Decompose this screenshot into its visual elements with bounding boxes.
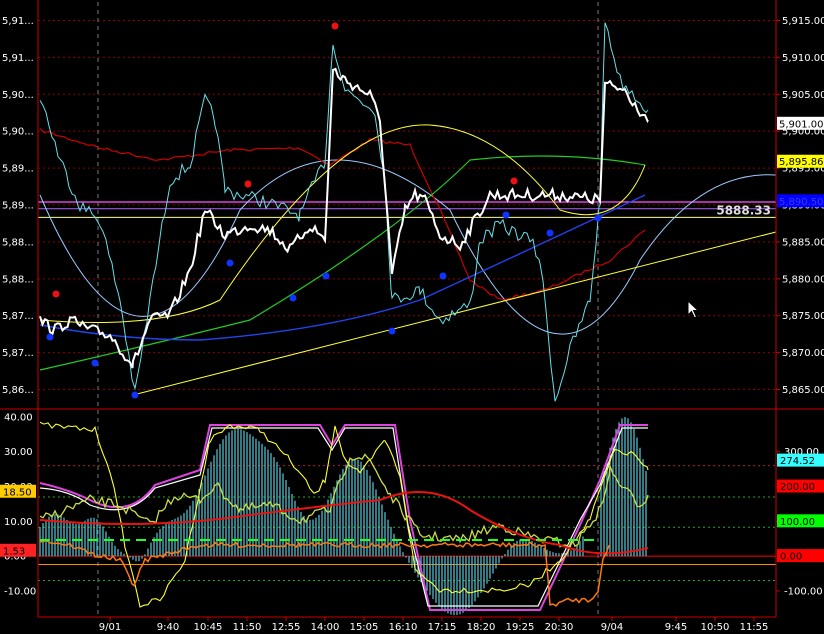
osc-right-badge-text: 0.00 [780,552,802,563]
blue-average-line [39,194,646,341]
white-osc-line [39,427,648,607]
price-left-tick-label: 5,89... [2,164,34,175]
price-left-tick-label: 5,90... [2,90,34,101]
price-left-tick-label: 5,87... [2,311,34,322]
sky-arc-line [39,159,777,335]
red-osc-line [39,491,649,555]
osc-right-badge-text: 274.52 [780,456,815,467]
price-left-tick-label: 5,90... [2,127,34,138]
signal-dot-blue [546,229,554,237]
osc-right-badge-text: 200.00 [780,482,815,493]
signal-dot-blue [46,333,54,341]
time-tick-label: 9:45 [665,622,687,633]
signal-dot-red [331,22,339,30]
yellow-curve-line [39,124,646,323]
osc-left-tick-label: 30.00 [4,447,33,458]
price-tick-label: 5,915.00 [782,16,824,27]
olive-osc-line [39,453,649,549]
time-tick-label: 18:20 [467,622,496,633]
osc-left-badge-text: 18.50 [3,487,32,498]
signal-dot-red [52,290,60,298]
price-left-tick-label: 5,89... [2,201,34,212]
time-tick-label: 20:30 [545,622,574,633]
signal-dot-blue [388,327,396,335]
price-tick-label: 5,885.00 [782,237,824,248]
red-average-line [39,128,646,302]
time-tick-label: 10:45 [194,622,223,633]
time-tick-label: 12:55 [272,622,301,633]
time-tick-label: 17:15 [428,622,457,633]
cyan-price-line [39,22,649,402]
price-tick-label: 5,865.00 [782,385,824,396]
osc-left-tick-label: -10.00 [4,586,36,597]
signal-dot-blue [91,359,99,367]
signal-dot-red [244,180,252,188]
white-price-line [39,67,649,369]
time-tick-label: 15:05 [350,622,379,633]
price-label-text: 5,890.50 [779,197,824,208]
price-tick-label: 5,870.00 [782,348,824,359]
time-tick-label: 10:50 [701,622,730,633]
price-left-tick-label: 5,91... [2,16,34,27]
time-tick-label: 16:10 [389,622,418,633]
time-axis: 9/01 9:40 10:45 11:50 12:55 14:00 15:05 16:10 17… [99,617,769,633]
signal-dot-blue [226,259,234,267]
time-tick-label: 11:55 [740,622,769,633]
signal-dot-blue [594,214,602,222]
signal-dot-blue [131,391,139,399]
price-left-tick-label: 5,86... [2,385,34,396]
level-label: 5888.33 [716,203,771,217]
osc-right-badge-text: 100.00 [780,517,815,528]
time-tick-label: 9/04 [601,622,623,633]
signal-dot-red [510,177,518,185]
price-tick-label: 5,905.00 [782,90,824,101]
time-tick-label: 9:40 [157,622,179,633]
price-label-text: 5,895.86 [779,157,824,168]
time-tick-label: 11:50 [233,622,262,633]
mouse-cursor-icon [687,300,700,319]
signal-dot-blue [439,272,447,280]
time-tick-label: 19:25 [506,622,535,633]
price-tick-label: 5,910.00 [782,53,824,64]
price-left-tick-label: 5,88... [2,274,34,285]
signal-dot-blue [289,294,297,302]
osc-left-badge-text: 1.53 [3,546,25,557]
osc-right-tick-label: -100.00 [784,586,823,597]
price-tick-label: 5,880.00 [782,274,824,285]
price-left-tick-label: 5,87... [2,348,34,359]
price-left-tick-label: 5,91... [2,53,34,64]
time-tick-label: 9/01 [99,622,121,633]
time-tick-label: 14:00 [311,622,340,633]
price-left-tick-label: 5,88... [2,237,34,248]
signal-dot-blue [502,211,510,219]
yellow-trend-line [132,231,777,396]
price-label-text: 5,901.00 [779,119,824,130]
oscillator-panel: 40.0030.0020.0010.000.00-10.00300.00200.… [0,412,824,616]
osc-left-tick-label: 10.00 [4,517,33,528]
yellow-osc-line [39,421,649,608]
price-tick-label: 5,875.00 [782,311,824,322]
osc-left-tick-label: 40.00 [4,412,33,423]
green-average-line [39,155,646,371]
signal-dot-blue [322,272,330,280]
